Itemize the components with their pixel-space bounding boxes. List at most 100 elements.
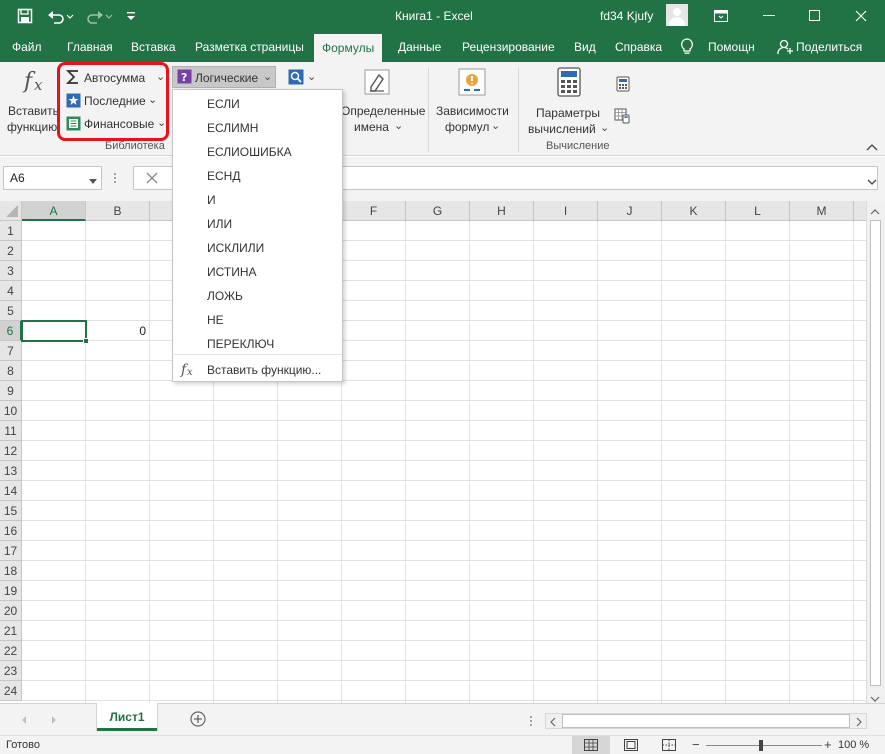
scroll-up-icon[interactable]: [870, 205, 880, 219]
menu-item-if[interactable]: ЕСЛИ: [174, 92, 342, 116]
tab-review[interactable]: Рецензирование: [462, 32, 555, 62]
row-header[interactable]: 8: [0, 361, 22, 381]
lookup-icon[interactable]: [288, 69, 304, 85]
tab-share[interactable]: Поделиться: [796, 32, 862, 62]
calc-options-label-2[interactable]: вычислений: [528, 122, 596, 136]
row-header[interactable]: 10: [0, 401, 22, 421]
calc-options-label-1[interactable]: Параметры: [536, 106, 600, 120]
column-header-f[interactable]: F: [342, 201, 406, 221]
select-all-corner[interactable]: [0, 201, 22, 221]
zoom-slider[interactable]: [706, 745, 822, 746]
horizontal-scroll-thumb[interactable]: [562, 714, 850, 728]
prev-sheet-icon[interactable]: [20, 714, 28, 728]
cell-area[interactable]: [22, 221, 866, 703]
chevron-down-icon[interactable]: ⌄: [600, 121, 609, 134]
row-header[interactable]: 4: [0, 281, 22, 301]
tab-tell-me[interactable]: Помощн: [708, 32, 755, 62]
row-header[interactable]: 14: [0, 481, 22, 501]
tab-data[interactable]: Данные: [398, 32, 441, 62]
column-header-m[interactable]: M: [790, 201, 854, 221]
add-sheet-icon[interactable]: [190, 711, 206, 730]
defined-names-label-1[interactable]: Определенные: [341, 104, 425, 118]
share-icon[interactable]: [777, 32, 795, 62]
column-header-l[interactable]: L: [726, 201, 790, 221]
formula-dependencies-label-2[interactable]: формул: [445, 120, 489, 134]
minimize-icon[interactable]: [746, 0, 792, 32]
zoom-level[interactable]: 100 %: [838, 739, 869, 751]
zoom-in-icon[interactable]: +: [824, 738, 832, 751]
row-header[interactable]: 11: [0, 421, 22, 441]
chevron-down-icon[interactable]: ⌄: [491, 119, 500, 132]
menu-item-not[interactable]: НЕ: [174, 308, 342, 332]
column-header-a[interactable]: A: [22, 201, 86, 221]
row-header[interactable]: 7: [0, 341, 22, 361]
row-header[interactable]: 21: [0, 621, 22, 641]
save-icon[interactable]: [12, 0, 38, 32]
ribbon-display-options-icon[interactable]: [698, 0, 744, 32]
tab-insert[interactable]: Вставка: [131, 32, 176, 62]
menu-item-ifna[interactable]: ЕСНД: [174, 164, 342, 188]
normal-view-icon[interactable]: [572, 736, 610, 754]
close-icon[interactable]: [838, 0, 884, 32]
row-header[interactable]: 13: [0, 461, 22, 481]
row-header[interactable]: 16: [0, 521, 22, 541]
formula-bar-grip-icon[interactable]: [113, 167, 117, 189]
spreadsheet-grid[interactable]: A B C D E F G H I J K L M 1 2 3 4 5 6 7 …: [0, 201, 866, 703]
column-header-k[interactable]: K: [662, 201, 726, 221]
tab-page-layout[interactable]: Разметка страницы: [195, 32, 304, 62]
menu-item-switch[interactable]: ПЕРЕКЛЮЧ: [174, 332, 342, 356]
row-header[interactable]: 2: [0, 241, 22, 261]
row-header[interactable]: 20: [0, 601, 22, 621]
tab-split-grip-icon[interactable]: [529, 714, 533, 728]
column-header-h[interactable]: H: [470, 201, 534, 221]
defined-names-icon[interactable]: [362, 67, 392, 97]
calculator-icon[interactable]: [556, 67, 582, 97]
scroll-left-icon[interactable]: [549, 716, 557, 730]
row-header[interactable]: 23: [0, 661, 22, 681]
formula-dependencies-label-1[interactable]: Зависимости: [436, 104, 509, 118]
collapse-ribbon-icon[interactable]: [866, 140, 878, 151]
row-header[interactable]: 19: [0, 581, 22, 601]
sheet-tab[interactable]: Лист1: [97, 703, 157, 731]
column-header-i[interactable]: I: [534, 201, 598, 221]
redo-icon[interactable]: [84, 0, 116, 32]
formula-dependencies-icon[interactable]: [457, 67, 487, 97]
insert-function-icon[interactable]: fx: [22, 66, 50, 96]
name-box[interactable]: A6: [3, 166, 102, 190]
menu-item-xor[interactable]: ИСКЛИЛИ: [174, 236, 342, 260]
chevron-down-icon[interactable]: ⌄: [394, 119, 403, 132]
next-sheet-icon[interactable]: [50, 714, 58, 728]
zoom-slider-thumb[interactable]: [759, 740, 763, 751]
row-header[interactable]: 24: [0, 681, 22, 701]
active-cell-a6[interactable]: [21, 320, 89, 344]
cell-b6[interactable]: 0: [86, 321, 148, 341]
menu-item-insert-function[interactable]: Вставить функцию...: [174, 358, 342, 382]
tab-home[interactable]: Главная: [67, 32, 113, 62]
insert-function-label-1[interactable]: Вставить: [8, 104, 59, 118]
tab-view[interactable]: Вид: [574, 32, 596, 62]
logical-label[interactable]: Логические: [195, 71, 258, 85]
column-header-j[interactable]: J: [598, 201, 662, 221]
row-header[interactable]: 3: [0, 261, 22, 281]
row-header[interactable]: 12: [0, 441, 22, 461]
tab-file[interactable]: Файл: [12, 32, 42, 62]
row-header[interactable]: 9: [0, 381, 22, 401]
insert-function-label-2[interactable]: функцию: [7, 120, 57, 134]
chevron-down-icon[interactable]: ⌄: [263, 70, 272, 83]
chevron-down-icon[interactable]: [89, 174, 97, 188]
vertical-scroll-thumb[interactable]: [870, 220, 881, 686]
maximize-icon[interactable]: [792, 0, 838, 32]
column-header-g[interactable]: G: [406, 201, 470, 221]
row-header[interactable]: 18: [0, 561, 22, 581]
row-header[interactable]: 1: [0, 221, 22, 241]
menu-item-or[interactable]: ИЛИ: [174, 212, 342, 236]
row-header[interactable]: 6: [0, 321, 22, 341]
customize-toolbar-icon[interactable]: [120, 0, 142, 32]
menu-item-true[interactable]: ИСТИНА: [174, 260, 342, 284]
row-header[interactable]: 22: [0, 641, 22, 661]
user-name[interactable]: fd34 Kjufy: [600, 9, 653, 23]
menu-item-and[interactable]: И: [174, 188, 342, 212]
tab-formulas[interactable]: Формулы: [314, 34, 383, 62]
row-header[interactable]: 17: [0, 541, 22, 561]
menu-item-false[interactable]: ЛОЖЬ: [174, 284, 342, 308]
